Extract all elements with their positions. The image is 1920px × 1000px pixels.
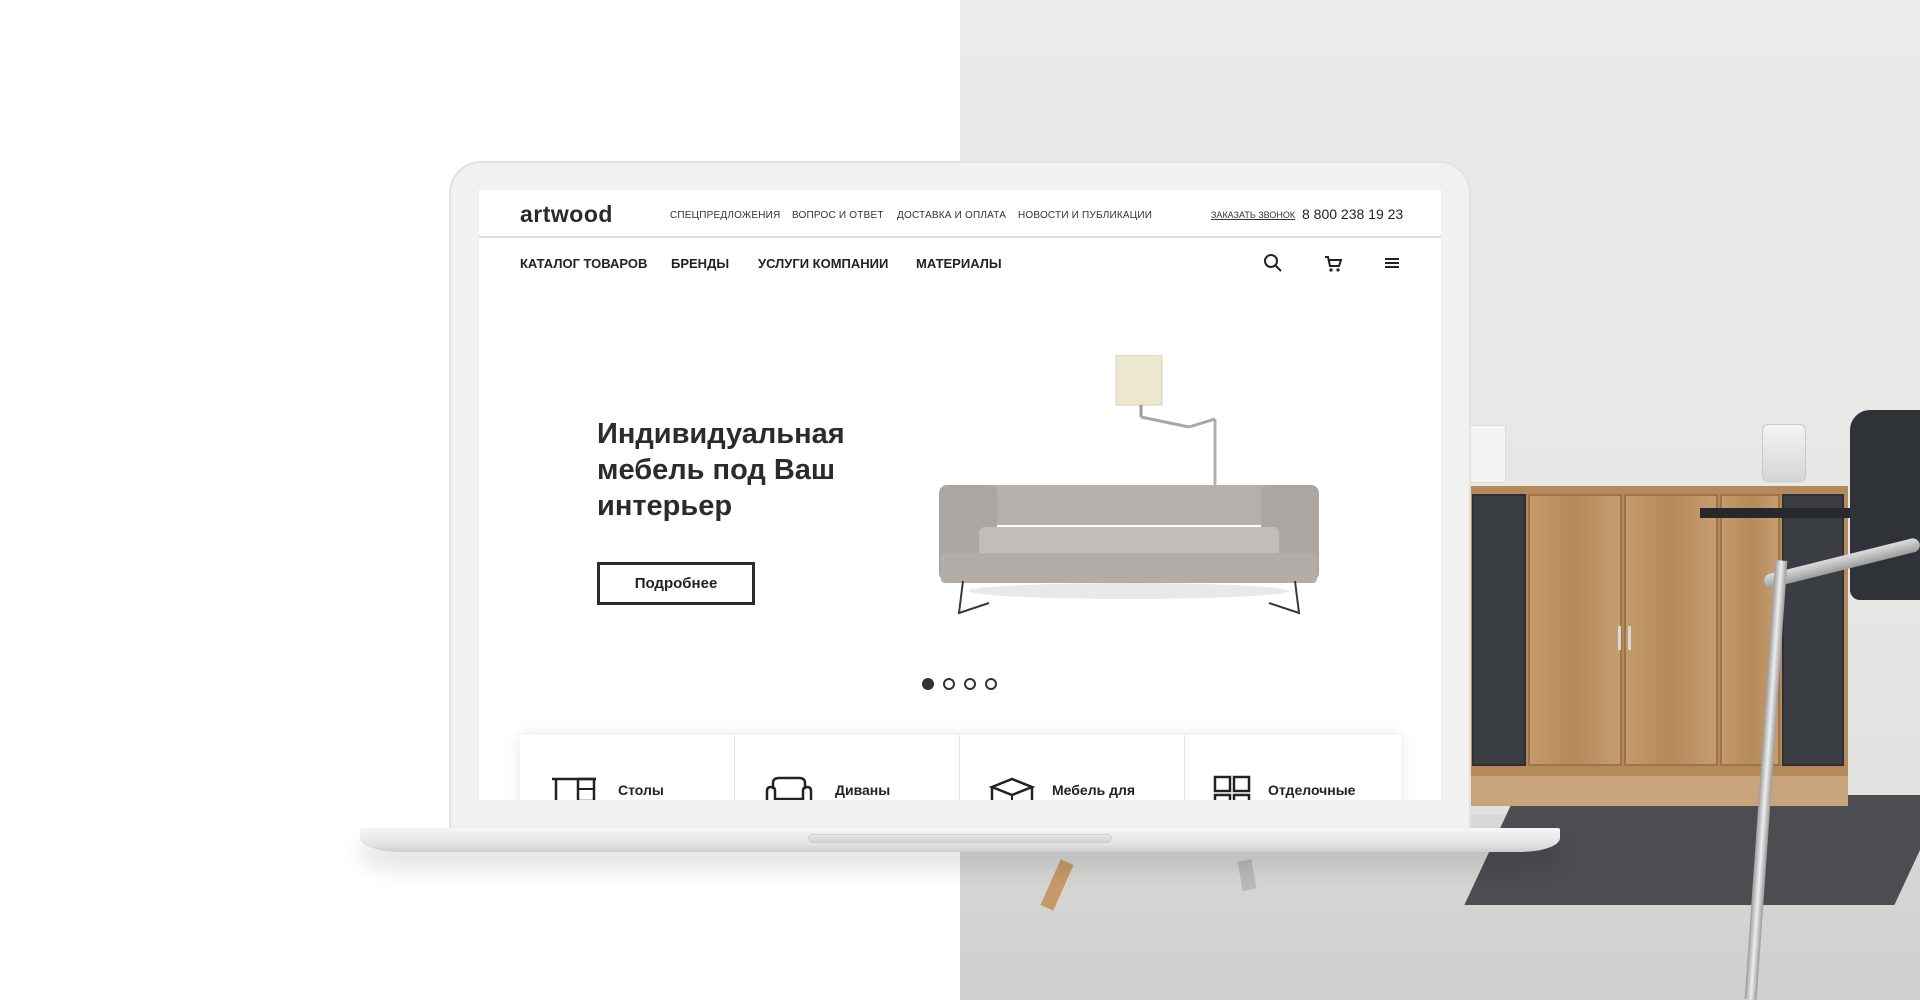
office-chair-decor: [1850, 410, 1920, 600]
category-storage[interactable]: Мебель для: [960, 735, 1185, 804]
slider-dot-2[interactable]: [943, 678, 955, 690]
hero-more-button[interactable]: Подробнее: [597, 562, 755, 605]
wooden-cabinet: [1468, 486, 1848, 776]
category-finishing[interactable]: Отделочные: [1185, 735, 1401, 804]
search-icon[interactable]: [1262, 252, 1284, 274]
toplink-delivery[interactable]: ДОСТАВКА И ОПЛАТА: [897, 210, 1006, 221]
phone-number[interactable]: 8 800 238 19 23: [1302, 206, 1403, 222]
nav-brands[interactable]: БРЕНДЫ: [671, 256, 729, 271]
category-label: Диваны: [835, 782, 891, 798]
toplink-news[interactable]: НОВОСТИ И ПУБЛИКАЦИИ: [1018, 210, 1152, 221]
sofa-with-lamp-illustration: [939, 354, 1319, 615]
menu-icon[interactable]: [1381, 252, 1403, 274]
slider-dot-3[interactable]: [964, 678, 976, 690]
toplink-faq[interactable]: ВОПРОС И ОТВЕТ: [792, 210, 884, 221]
category-label: Столы: [618, 782, 664, 798]
speaker-decor: [1762, 424, 1806, 482]
category-label: Мебель для: [1052, 782, 1136, 798]
nav-services[interactable]: УСЛУГИ КОМПАНИИ: [758, 256, 888, 271]
laptop-opening-notch: [808, 834, 1112, 843]
category-sofas[interactable]: Диваны: [735, 735, 960, 804]
cabinet-dark-panel: [1782, 494, 1844, 766]
toplink-special-offers[interactable]: СПЕЦПРЕДЛОЖЕНИЯ: [670, 210, 780, 221]
cabinet-door: [1624, 494, 1718, 766]
screen-bottom-edge: [479, 800, 1441, 804]
slider-dot-4[interactable]: [985, 678, 997, 690]
site-top-bar: artwood СПЕЦПРЕДЛОЖЕНИЯ ВОПРОС И ОТВЕТ Д…: [479, 190, 1441, 238]
slider-dot-1[interactable]: [922, 678, 934, 690]
category-label: Отделочные: [1268, 782, 1356, 798]
hero-title: Индивидуальная мебель под Ваш интерьер: [597, 418, 845, 522]
cabinet-base: [1468, 776, 1848, 806]
cabinet-handle: [1618, 626, 1621, 650]
hero-sofa-image: [919, 354, 1339, 615]
category-strip: Столы Диваны Мебель для Отделочные: [520, 735, 1401, 804]
site-logo[interactable]: artwood: [520, 201, 613, 228]
cabinet-door: [1528, 494, 1622, 766]
callback-link[interactable]: ЗАКАЗАТЬ ЗВОНОК: [1211, 210, 1295, 220]
cabinet-dark-panel: [1472, 494, 1526, 766]
cart-icon[interactable]: [1322, 252, 1344, 274]
laptop-screen: artwood СПЕЦПРЕДЛОЖЕНИЯ ВОПРОС И ОТВЕТ Д…: [479, 190, 1441, 804]
nav-materials[interactable]: МАТЕРИАЛЫ: [916, 256, 1002, 271]
category-tables[interactable]: Столы: [520, 735, 735, 804]
cabinet-handle: [1628, 626, 1631, 650]
nav-catalog[interactable]: КАТАЛОГ ТОВАРОВ: [520, 256, 647, 271]
